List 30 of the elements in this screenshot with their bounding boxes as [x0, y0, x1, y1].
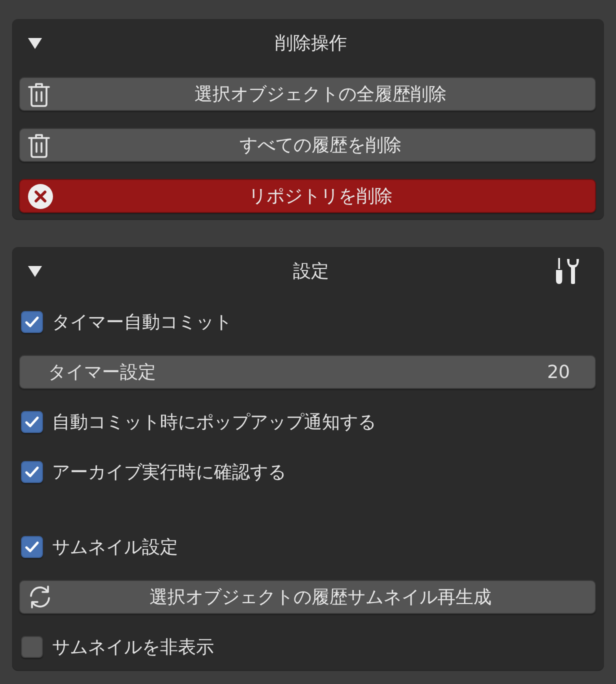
- x-circle-icon: [28, 184, 53, 208]
- checkbox-label: サムネイル設定: [52, 536, 178, 559]
- delete-button[interactable]: 選択オブジェクトの全履歴削除: [19, 77, 596, 111]
- field-value: 20: [547, 362, 570, 382]
- checkmark-icon: [25, 316, 39, 328]
- checkbox[interactable]: [21, 411, 43, 433]
- checkmark-icon: [25, 541, 39, 553]
- checkbox[interactable]: [21, 311, 43, 333]
- checkbox-label: タイマー自動コミット: [52, 311, 232, 334]
- checkmark-icon: [25, 466, 39, 478]
- checkmark-icon: [25, 416, 39, 428]
- regenerate-button[interactable]: 選択オブジェクトの履歴サムネイル再生成: [19, 580, 596, 614]
- trash-icon: [28, 132, 50, 158]
- tools-icon[interactable]: [554, 258, 580, 284]
- refresh-icon: [28, 585, 52, 609]
- checkbox[interactable]: [21, 461, 43, 483]
- checkbox[interactable]: [21, 636, 43, 658]
- disclosure-triangle-icon[interactable]: [28, 38, 42, 48]
- checkbox-label: 自動コミット時にポップアップ通知する: [52, 411, 376, 434]
- panel-title: 削除操作: [275, 32, 347, 55]
- number-field[interactable]: タイマー設定 20: [19, 355, 596, 389]
- field-label: タイマー設定: [48, 361, 156, 384]
- checkbox-label: アーカイブ実行時に確認する: [52, 461, 286, 484]
- trash-icon: [28, 82, 50, 106]
- disclosure-triangle-icon[interactable]: [28, 266, 42, 276]
- checkbox[interactable]: [21, 536, 43, 558]
- panel-title: 設定: [293, 260, 329, 283]
- delete-button[interactable]: すべての履歴を削除: [19, 128, 596, 162]
- delete-repository-button[interactable]: リポジトリを削除: [19, 179, 596, 213]
- checkbox-label: サムネイルを非表示: [52, 636, 214, 659]
